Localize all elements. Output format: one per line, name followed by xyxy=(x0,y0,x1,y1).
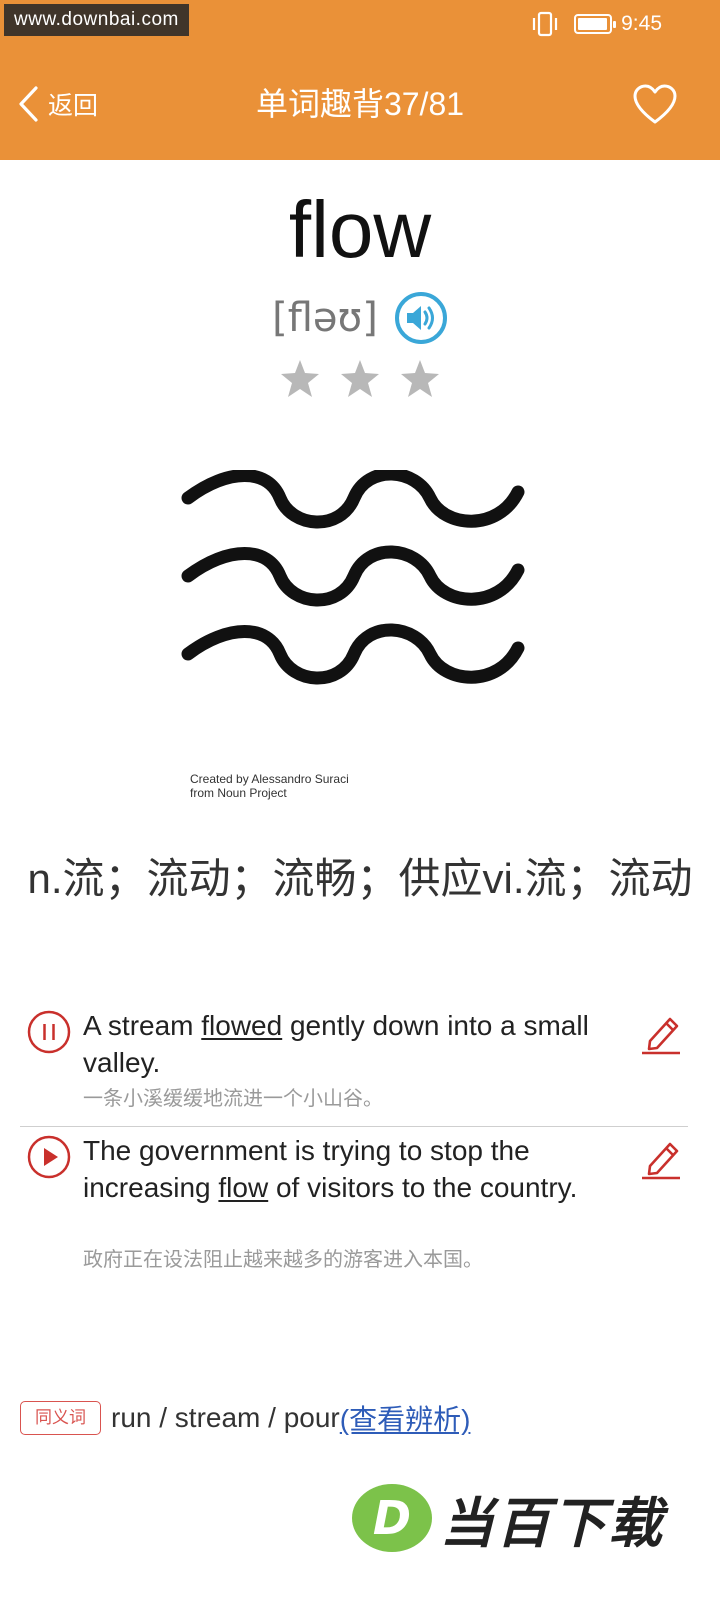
phonetic-row: [fləʊ] xyxy=(0,290,720,346)
highlighted-word: flowed xyxy=(201,1010,283,1041)
definition-text: n.流；流动；流畅；供应vi.流；流动 xyxy=(27,855,693,902)
logo-text: 当百下载 xyxy=(440,1493,664,1554)
status-time: 9:45 xyxy=(621,12,662,35)
example-translation: 政府正在设法阻止越来越多的游客进入本国。 xyxy=(83,1249,483,1271)
word-text: flow xyxy=(288,185,432,274)
example-translation: 一条小溪缓缓地流进一个小山谷。 xyxy=(83,1088,383,1110)
view-analysis-link[interactable]: (查看辨析) xyxy=(340,1398,471,1438)
phonetic: [fləʊ] xyxy=(272,295,378,341)
vibrate-icon xyxy=(532,11,558,37)
play-icon[interactable] xyxy=(26,1134,72,1180)
site-logo: D 当百下载 xyxy=(350,1482,664,1554)
star-icon xyxy=(281,360,319,397)
favorite-button[interactable] xyxy=(630,80,680,128)
edit-icon[interactable] xyxy=(640,1011,682,1055)
back-label: 返回 xyxy=(48,92,99,120)
battery-icon xyxy=(574,14,616,34)
watermark: www.downbai.com xyxy=(4,4,189,36)
rating-stars xyxy=(0,358,720,400)
image-credit: Created by Alessandro Suraci from Noun P… xyxy=(190,772,349,800)
example-sentence: A stream flowed gently down into a small… xyxy=(83,1010,589,1078)
edit-icon[interactable] xyxy=(640,1136,682,1180)
speaker-icon[interactable] xyxy=(394,291,448,345)
page-title: 单词趣背37/81 xyxy=(255,86,465,122)
svg-text:D: D xyxy=(373,1491,411,1545)
synonyms-row: 同义词 run / stream / pour (查看辨析) xyxy=(20,1398,470,1438)
heart-icon xyxy=(633,84,677,124)
example-item: The government is trying to stop the inc… xyxy=(20,1128,688,1288)
divider xyxy=(20,1126,688,1127)
chevron-left-icon xyxy=(19,86,38,122)
back-button[interactable]: 返回 xyxy=(16,80,98,128)
highlighted-word: flow xyxy=(218,1172,269,1203)
star-icon xyxy=(341,360,379,397)
credit-line: Created by Alessandro Suraci xyxy=(190,772,349,786)
example-sentence: The government is trying to stop the inc… xyxy=(83,1135,578,1203)
waves-illustration xyxy=(181,470,525,685)
credit-line: from Noun Project xyxy=(190,786,287,800)
app-header: www.downbai.com 9:45 返回 单词趣背37/81 xyxy=(0,0,720,160)
pause-icon[interactable] xyxy=(26,1009,72,1055)
synonym-tag: 同义词 xyxy=(20,1401,101,1435)
example-item: A stream flowed gently down into a small… xyxy=(20,1005,688,1125)
star-icon xyxy=(401,360,439,397)
synonym-words: run / stream / pour xyxy=(111,1402,340,1433)
logo-d-icon: D xyxy=(352,1484,432,1552)
